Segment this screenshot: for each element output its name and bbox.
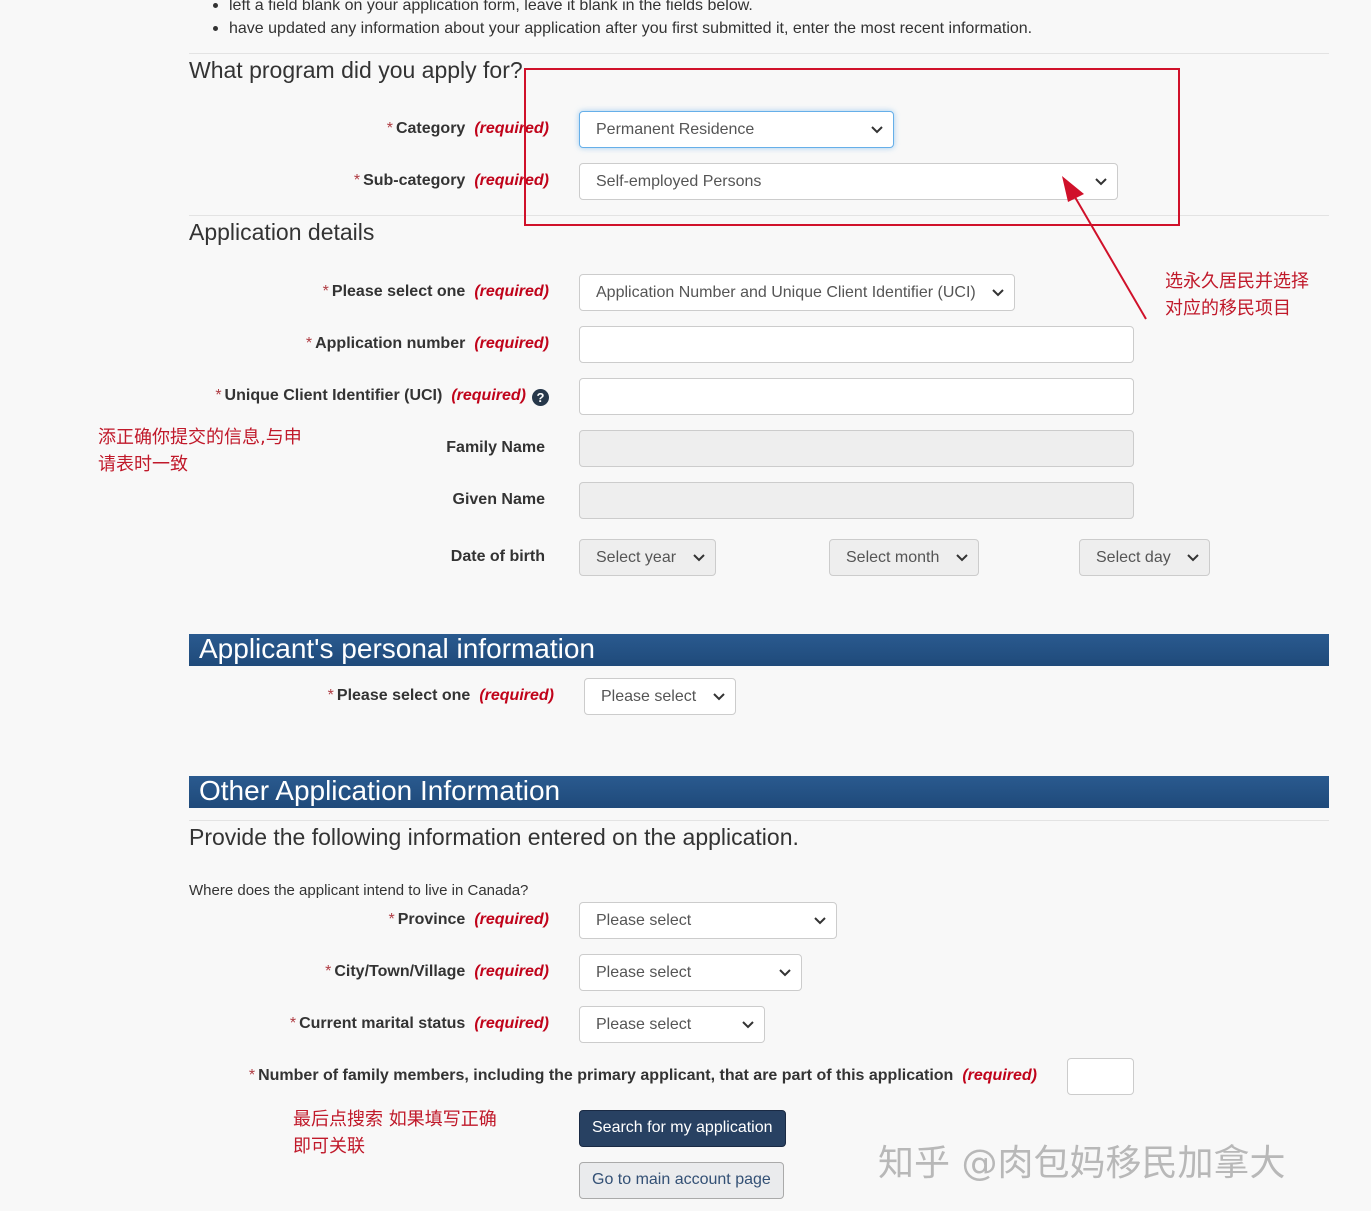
given-name-label: Given Name (452, 491, 545, 508)
annotation-note: 添正确你提交的信息,与申 请表时一致 (98, 424, 302, 478)
city-label: * City/Town/Village (required) (325, 962, 549, 982)
watermark: 知乎 @肉包妈移民加拿大 (878, 1143, 1286, 1184)
category-label-text: Category (395, 120, 466, 137)
subcategory-label: * Sub-category (required) (354, 171, 549, 191)
family-name-input (579, 430, 1134, 467)
annotation-note: 选永久居民并选择 对应的移民项目 (1165, 268, 1309, 322)
dob-month-value: Select month (846, 549, 940, 566)
marital-label-text: Current marital status (299, 1015, 466, 1032)
marital-label: * Current marital status (required) (290, 1014, 549, 1034)
province-label: * Province (required) (389, 910, 550, 930)
personal-select-label: * Please select one (required) (328, 686, 554, 706)
details-heading: Application details (189, 219, 375, 245)
id-type-label-text: Please select one (331, 283, 466, 300)
uci-label: * Unique Client Identifier (UCI) (required… (215, 386, 549, 406)
chevron-down-icon (1187, 554, 1199, 562)
intro-bullet: left a field blank on your application f… (213, 0, 1032, 17)
required-note: (required) (474, 911, 549, 928)
dob-year-value: Select year (596, 549, 677, 566)
given-name-input (579, 482, 1134, 519)
other-info-subheading: Provide the following information entere… (189, 824, 799, 850)
personal-select-value: Please select (601, 688, 697, 705)
required-note: (required) (479, 687, 554, 704)
required-star: * (325, 963, 332, 980)
personal-info-banner-title: Applicant's personal information (199, 633, 596, 664)
required-note: (required) (474, 963, 549, 980)
required-note: (required) (474, 283, 549, 300)
chevron-down-icon (742, 1021, 754, 1029)
subcategory-label-text: Sub-category (363, 172, 466, 189)
id-type-label: * Please select one (required) (323, 282, 549, 302)
annotation-note: 最后点搜索 如果填写正确 即可关联 (293, 1106, 497, 1160)
family-members-input[interactable] (1067, 1058, 1134, 1095)
annotation-note-line: 最后点搜索 如果填写正确 (293, 1109, 497, 1130)
required-star: * (353, 172, 361, 189)
required-note: (required) (474, 335, 549, 352)
annotation-note-line: 即可关联 (293, 1136, 365, 1157)
application-number-input[interactable] (579, 326, 1134, 363)
dob-month-select[interactable]: Select month (829, 539, 979, 576)
personal-info-banner: Applicant's personal information (189, 633, 1329, 666)
annotation-arrow-icon (1062, 176, 1147, 320)
dob-day-select[interactable]: Select day (1079, 539, 1210, 576)
annotation-note-line: 请表时一致 (98, 454, 188, 475)
marital-select-value: Please select (596, 1016, 692, 1033)
divider (189, 820, 1329, 821)
required-star: * (289, 1015, 297, 1032)
province-select[interactable]: Please select (579, 902, 837, 939)
required-star: * (215, 387, 222, 404)
intro-bullet: have updated any information about your … (213, 17, 1032, 40)
personal-select-label-text: Please select one (336, 687, 471, 704)
family-name-label: Family Name (446, 439, 545, 456)
annotation-note-line: 添正确你提交的信息,与申 (98, 427, 302, 448)
id-type-select-value: Application Number and Unique Client Ide… (596, 284, 976, 301)
marital-select[interactable]: Please select (579, 1006, 765, 1043)
search-application-button[interactable]: Search for my application (579, 1110, 786, 1147)
dob-day-value: Select day (1096, 549, 1171, 566)
annotation-note-line: 对应的移民项目 (1165, 298, 1291, 319)
main-account-button[interactable]: Go to main account page (579, 1162, 784, 1199)
required-star: * (305, 335, 313, 352)
annotation-note-line: 选永久居民并选择 (1165, 271, 1309, 292)
other-info-banner: Other Application Information (189, 775, 1329, 808)
chevron-down-icon (814, 917, 826, 925)
other-info-banner-title: Other Application Information (199, 775, 561, 806)
family-members-label: * Number of family members, including the… (249, 1066, 1037, 1086)
dob-label: Date of birth (450, 548, 545, 565)
city-select-value: Please select (596, 964, 692, 981)
required-star: * (388, 911, 395, 928)
required-note: (required) (474, 1015, 549, 1032)
uci-label-text: Unique Client Identifier (UCI) (224, 387, 443, 404)
chevron-down-icon (956, 554, 968, 562)
city-label-text: City/Town/Village (334, 963, 466, 980)
family-members-label-text: Number of family members, including the … (258, 1067, 954, 1084)
chevron-down-icon (693, 554, 705, 562)
required-star: * (322, 283, 329, 300)
intro-bullet-list: left a field blank on your application f… (213, 0, 1032, 40)
uci-input[interactable] (579, 378, 1134, 415)
required-star: * (327, 687, 334, 704)
province-label-text: Province (397, 911, 466, 928)
required-star: * (248, 1067, 256, 1084)
required-star: * (386, 120, 393, 137)
application-number-label-text: Application number (315, 335, 466, 352)
program-heading: What program did you apply for? (189, 57, 523, 83)
live-question: Where does the applicant intend to live … (189, 882, 529, 899)
required-note: (required) (451, 387, 526, 404)
dob-year-select[interactable]: Select year (579, 539, 716, 576)
city-select[interactable]: Please select (579, 954, 802, 991)
required-note: (required) (962, 1067, 1037, 1084)
chevron-down-icon (713, 693, 725, 701)
personal-select[interactable]: Please select (584, 678, 736, 715)
chevron-down-icon (992, 289, 1004, 297)
divider (189, 53, 1329, 54)
id-type-select[interactable]: Application Number and Unique Client Ide… (579, 274, 1015, 311)
chevron-down-icon (779, 969, 791, 977)
province-select-value: Please select (596, 912, 692, 929)
application-number-label: * Application number (required) (306, 334, 549, 354)
question-circle-icon[interactable]: ? (532, 389, 549, 406)
